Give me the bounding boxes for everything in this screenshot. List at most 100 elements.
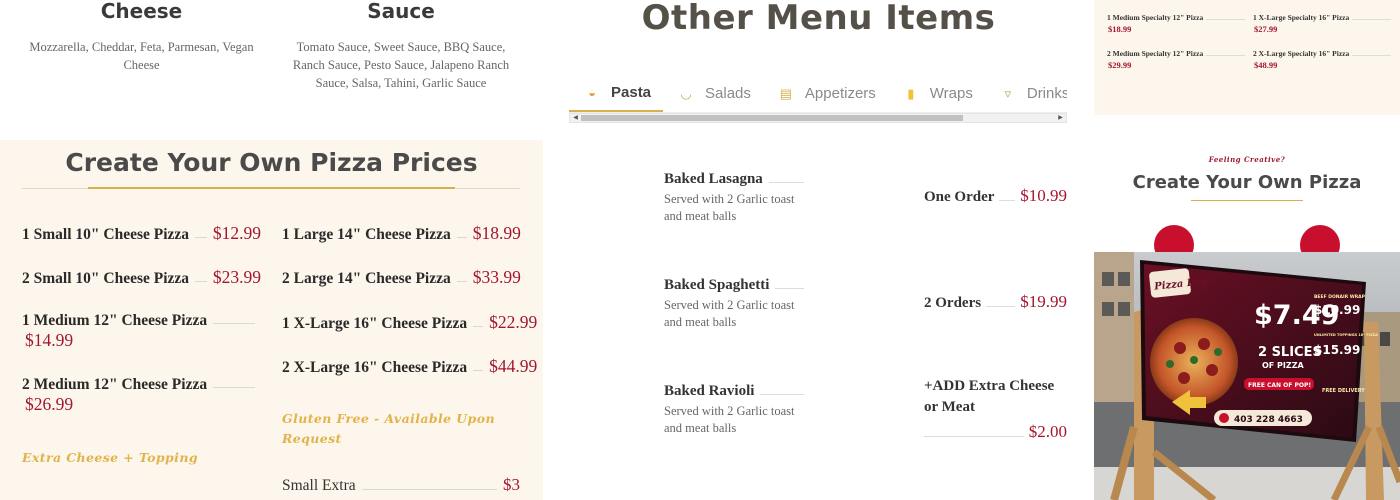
extra-name: +ADD Extra Cheese or Meat [924,378,1055,415]
title-underline [88,187,455,189]
appetizer-icon: ▤ [779,85,793,101]
extra-cheese-item: +ADD Extra Cheese or Meat $2.00 [924,376,1067,442]
leader-dots [1206,55,1245,56]
tab-label: Wraps [929,85,973,102]
billboard-slices: 2 SLICES [1258,345,1322,360]
specialty-name: 1 Medium Specialty 12" Pizza [1107,13,1204,22]
promo-kicker: Feeling Creative? [1208,155,1286,164]
price-item-name: 2 Medium 12" Cheese Pizza [22,376,208,393]
order-price-item: One Order $10.99 [924,186,1067,206]
salad-icon: ◡ [680,85,692,101]
leader-dots [456,281,467,282]
billboard-illustration: Pizza Day $7.49 2 SLICES OF PIZZA FREE C… [1094,252,1400,500]
sauce-option: Sauce Tomato Sauce, Sweet Sauce, BBQ Sau… [282,0,520,92]
specialty-price: $48.99 [1254,60,1278,70]
dish-name: Baked Lasagna [664,171,763,187]
order-name: 2 Orders [924,295,982,311]
phone-icon [1219,413,1229,423]
specialty-price: $29.99 [1108,60,1132,70]
price-item-name: 1 Large 14" Cheese Pizza [282,226,451,243]
leader-dots [760,394,804,395]
price-item-name: 2 Large 14" Cheese Pizza [282,270,451,287]
specialty-price: $18.99 [1108,24,1132,34]
price-item-price: $26.99 [25,394,74,414]
dish-item: Baked Ravioli Served with 2 Garlic toast… [664,383,804,437]
dish-name: Baked Spaghetti [664,277,770,293]
price-item-price: $23.99 [212,267,261,287]
scroll-right-arrow-icon[interactable]: ▶ [1056,114,1065,122]
price-item: 2 Small 10" Cheese Pizza $23.99 [22,267,261,288]
leader-dots [924,436,1024,437]
cheese-option: Cheese Mozzarella, Cheddar, Feta, Parmes… [20,0,263,74]
leader-dots [456,237,467,238]
price-item: 1 X-Large 16" Cheese Pizza $22.99 [282,312,537,333]
dish-description: Served with 2 Garlic toast and meat ball… [664,192,795,223]
specialty-name: 2 Medium Specialty 12" Pizza [1107,49,1204,58]
order-price-item: 2 Orders $19.99 [924,292,1067,312]
tab-pasta[interactable]: ◒ Pasta [569,75,664,112]
price-item: 2 X-Large 16" Cheese Pizza $44.99 [282,356,537,377]
dish-description: Served with 2 Garlic toast and meat ball… [664,298,795,329]
price-item-price: $18.99 [472,223,521,243]
specialty-item: 2 X-Large Specialty 16" Pizza $48.99 [1253,49,1391,70]
cheese-description: Mozzarella, Cheddar, Feta, Parmesan, Veg… [29,40,254,72]
scroll-left-arrow-icon[interactable]: ◀ [571,114,580,122]
price-item-name: 2 Small 10" Cheese Pizza [22,270,190,287]
leader-dots [775,288,804,289]
leader-dots [195,281,207,282]
specialty-item: 2 Medium Specialty 12" Pizza $29.99 [1107,49,1245,70]
scrollbar-thumb[interactable] [581,115,963,121]
tab-salads[interactable]: ◡ Salads [663,75,763,112]
extra-topping-note: Extra Cheese + Topping [22,450,198,465]
price-item-price: $12.99 [212,223,261,243]
specialty-item: 1 Medium Specialty 12" Pizza $18.99 [1107,13,1245,34]
leader-dots [361,489,497,490]
promo-title: Create Your Own Pizza [1132,172,1362,193]
small-extra-item: Small Extra $3 [282,475,520,495]
small-extra-price: $3 [503,475,520,494]
pasta-icon: ◒ [588,84,596,100]
small-extra-name: Small Extra [282,477,356,494]
specialty-prices-panel: 1 Medium Specialty 12" Pizza $18.99 1 X-… [1094,0,1400,115]
leader-dots [1352,55,1391,56]
billboard-donair-price: $10.99 [1314,303,1360,317]
leader-dots [986,306,1016,307]
tab-label: Drinks [1026,85,1067,102]
section-title: Create Your Own Pizza Prices [65,148,478,177]
order-name: One Order [924,189,995,205]
specialty-item: 1 X-Large Specialty 16" Pizza $27.99 [1253,13,1391,34]
tab-label: Appetizers [804,85,876,102]
toppings-options-section: Cheese Mozzarella, Cheddar, Feta, Parmes… [0,0,543,140]
leader-dots [213,323,255,324]
tab-wraps[interactable]: ▮ Wraps [888,75,985,112]
leader-dots [1206,19,1245,20]
dish-name: Baked Ravioli [664,383,755,399]
specialty-price: $27.99 [1254,24,1278,34]
leader-dots [213,387,255,388]
tab-drinks[interactable]: ▿ Drinks [985,75,1067,112]
tab-label: Pasta [611,84,652,101]
leader-dots [768,182,804,183]
leader-dots [473,326,484,327]
billboard-phone: 403 228 4663 [1234,415,1303,425]
tabs-scrollbar[interactable]: ◀ ▶ [569,113,1067,123]
billboard-donair-label: BEEF DONAIR WRAP [1314,294,1366,300]
price-item-price: $33.99 [472,267,521,287]
billboard-slices-sub: OF PIZZA [1262,361,1304,370]
billboard-free-pop: FREE CAN OF POP! [1248,382,1311,389]
right-column: 1 Medium Specialty 12" Pizza $18.99 1 X-… [1094,0,1400,500]
billboard-photo: Pizza Day $7.49 2 SLICES OF PIZZA FREE C… [1094,252,1400,500]
order-price: $10.99 [1020,186,1067,205]
cheese-title: Cheese [100,0,183,23]
leader-dots [999,200,1016,201]
specialty-name: 1 X-Large Specialty 16" Pizza [1253,13,1350,22]
tab-appetizers[interactable]: ▤ Appetizers [763,75,888,112]
tab-label: Salads [705,85,751,102]
billboard-unlimited-label: UNLIMITED TOPPINGS 16" PIZZA [1314,333,1378,337]
promo-title-underline [1191,200,1303,201]
price-item-name: 1 Small 10" Cheese Pizza [22,226,190,243]
dish-item: Baked Spaghetti Served with 2 Garlic toa… [664,277,804,331]
gluten-free-note: Gluten Free - Available Upon Request [282,411,495,446]
price-item: 2 Large 14" Cheese Pizza $33.99 [282,267,521,288]
specialty-name: 2 X-Large Specialty 16" Pizza [1253,49,1350,58]
